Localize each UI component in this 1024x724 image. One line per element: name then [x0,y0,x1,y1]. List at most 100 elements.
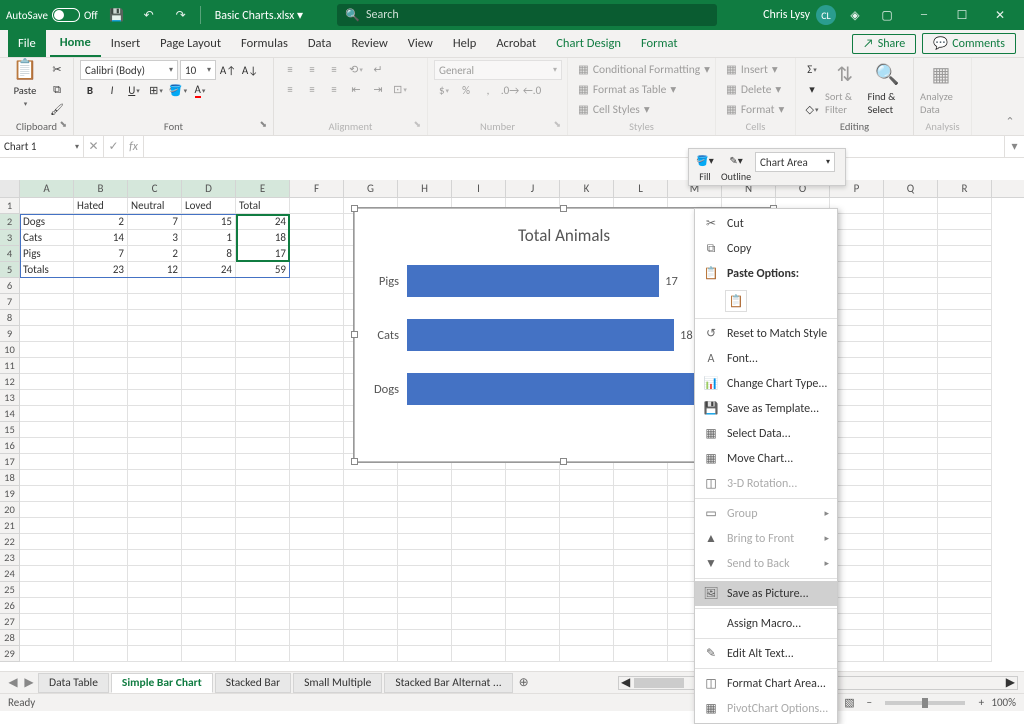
cell[interactable] [236,598,290,614]
cell[interactable] [290,390,344,406]
cell[interactable] [128,646,182,662]
sheet-tab[interactable]: Simple Bar Chart [111,673,213,693]
cell[interactable] [236,486,290,502]
page-break-view-icon[interactable]: ▧ [839,696,859,709]
chart-bar[interactable] [407,319,674,351]
cell[interactable] [560,470,614,486]
cell[interactable] [938,262,992,278]
cell[interactable] [506,518,560,534]
merge-icon[interactable]: ⊡▾ [390,80,410,99]
cell[interactable] [560,630,614,646]
cell[interactable] [398,614,452,630]
cell[interactable] [938,278,992,294]
cell[interactable] [236,470,290,486]
cell[interactable] [938,454,992,470]
ribbon-display-icon[interactable]: ▢ [874,2,900,28]
cell[interactable] [884,550,938,566]
cell[interactable] [884,326,938,342]
cell[interactable] [128,406,182,422]
cell[interactable] [830,358,884,374]
grid[interactable]: ABCDEFGHIJKLMNOPQR 123456789101112131415… [0,180,1024,685]
cell[interactable] [452,582,506,598]
cell[interactable] [830,502,884,518]
cell[interactable] [344,582,398,598]
zoom-out-icon[interactable]: − [859,696,879,709]
cell[interactable] [182,614,236,630]
cell[interactable] [452,518,506,534]
row-header[interactable]: 4 [0,246,20,262]
cell[interactable] [884,310,938,326]
zoom-slider[interactable] [885,701,965,705]
number-format-combo[interactable]: General▾ [434,60,562,80]
cell[interactable] [128,390,182,406]
row-header[interactable]: 2 [0,214,20,230]
cell[interactable] [830,198,884,214]
cell[interactable] [236,358,290,374]
cell[interactable] [20,598,74,614]
sheet-nav-next[interactable]: ▶ [22,675,36,690]
cell[interactable]: 7 [128,214,182,230]
cell[interactable] [290,486,344,502]
cell[interactable] [344,486,398,502]
cell[interactable] [938,198,992,214]
cell[interactable] [128,518,182,534]
enter-fx-icon[interactable]: ✓ [104,136,124,157]
cell[interactable] [884,230,938,246]
cell[interactable] [236,342,290,358]
col-header[interactable]: E [236,180,290,197]
diamond-icon[interactable]: ◈ [842,2,868,28]
cell[interactable] [614,486,668,502]
tab-home[interactable]: Home [50,30,101,57]
cell[interactable] [290,614,344,630]
context-menu-item[interactable]: ✎Edit Alt Text... [695,641,837,666]
cell[interactable] [884,246,938,262]
cell[interactable] [884,422,938,438]
cell[interactable]: 17 [236,246,290,262]
row-header[interactable]: 1 [0,198,20,214]
cell[interactable] [884,454,938,470]
cell[interactable] [398,550,452,566]
cell[interactable] [74,454,128,470]
row-header[interactable]: 9 [0,326,20,342]
cell[interactable] [398,598,452,614]
row-header[interactable]: 6 [0,278,20,294]
cell[interactable] [452,646,506,662]
cell[interactable] [74,358,128,374]
tab-review[interactable]: Review [341,30,397,57]
alignment-launcher[interactable]: ⬊ [413,117,421,133]
cell[interactable] [614,614,668,630]
grow-font-icon[interactable]: A↑ [218,61,238,80]
cell[interactable] [938,342,992,358]
cell[interactable] [884,582,938,598]
cell[interactable] [182,598,236,614]
cell[interactable] [290,310,344,326]
insert-cells-button[interactable]: ▦Insert▾ [722,60,789,79]
cell[interactable] [884,198,938,214]
cell[interactable] [452,566,506,582]
cell[interactable] [830,374,884,390]
cell[interactable]: 24 [236,214,290,230]
cell[interactable] [290,342,344,358]
cell[interactable] [398,566,452,582]
cell[interactable]: Neutral [128,198,182,214]
resize-handle[interactable] [351,331,358,338]
underline-button[interactable]: U▾ [124,81,144,100]
cell[interactable] [74,374,128,390]
cell[interactable] [830,214,884,230]
context-menu-item[interactable]: ⧉Copy [695,236,837,261]
cell[interactable] [452,534,506,550]
font-launcher[interactable]: ⬊ [259,117,267,133]
cell[interactable] [182,486,236,502]
search-bar[interactable]: 🔍 [337,4,717,26]
accounting-icon[interactable]: $▾ [434,81,454,100]
cell[interactable] [290,502,344,518]
cell[interactable] [182,326,236,342]
cell[interactable] [884,342,938,358]
cell[interactable] [830,310,884,326]
cell[interactable] [506,550,560,566]
inc-decimal-icon[interactable]: .0→ [500,81,520,100]
row-header[interactable]: 25 [0,582,20,598]
col-header[interactable]: C [128,180,182,197]
col-header[interactable]: J [506,180,560,197]
cell[interactable] [938,326,992,342]
